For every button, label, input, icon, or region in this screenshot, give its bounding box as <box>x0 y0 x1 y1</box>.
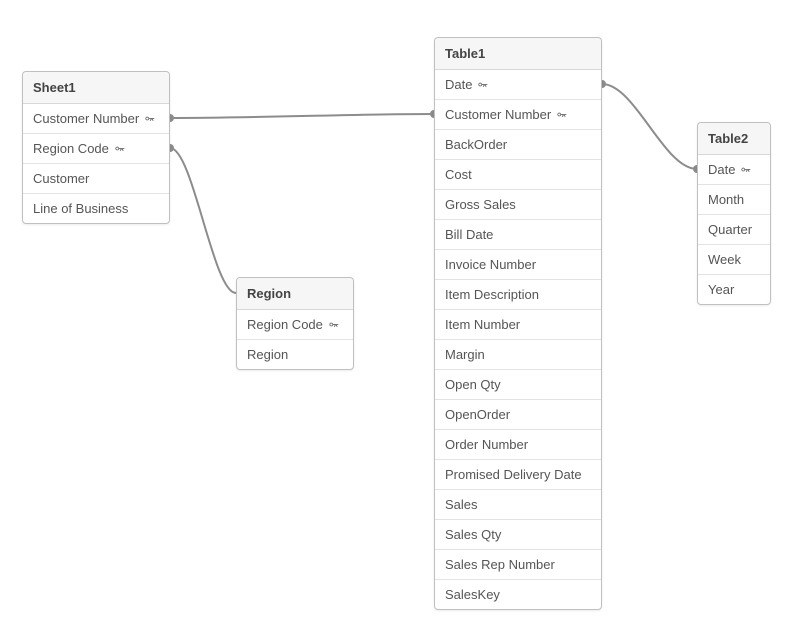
table-title: Table2 <box>698 123 770 155</box>
field-label: Week <box>708 252 741 267</box>
field-row[interactable]: Customer Number ⚷ <box>435 100 601 130</box>
field-row[interactable]: Month <box>698 185 770 215</box>
field-row[interactable]: Bill Date <box>435 220 601 250</box>
field-label: Month <box>708 192 744 207</box>
field-label: Customer Number <box>445 107 551 122</box>
connection-line <box>170 114 434 118</box>
field-label: Cost <box>445 167 472 182</box>
field-label: Order Number <box>445 437 528 452</box>
field-row[interactable]: OpenOrder <box>435 400 601 430</box>
field-label: Year <box>708 282 734 297</box>
field-label: Open Qty <box>445 377 501 392</box>
field-row[interactable]: Open Qty <box>435 370 601 400</box>
table-title: Table1 <box>435 38 601 70</box>
field-row[interactable]: Customer <box>23 164 169 194</box>
field-label: Sales <box>445 497 478 512</box>
table-title: Sheet1 <box>23 72 169 104</box>
field-label: Date <box>708 162 735 177</box>
field-row[interactable]: Region Code ⚷ <box>23 134 169 164</box>
field-row[interactable]: Year <box>698 275 770 304</box>
field-row[interactable]: Region <box>237 340 353 369</box>
field-row[interactable]: Invoice Number <box>435 250 601 280</box>
key-icon: ⚷ <box>740 165 751 173</box>
key-icon: ⚷ <box>477 80 488 88</box>
field-label: Region <box>247 347 288 362</box>
field-row[interactable]: BackOrder <box>435 130 601 160</box>
key-icon: ⚷ <box>113 144 124 152</box>
field-row[interactable]: Date ⚷ <box>435 70 601 100</box>
table-table1[interactable]: Table1 Date ⚷ Customer Number ⚷ BackOrder Cost… <box>434 37 602 610</box>
field-label: Item Number <box>445 317 520 332</box>
field-row[interactable]: Sales Qty <box>435 520 601 550</box>
field-label: SalesKey <box>445 587 500 602</box>
table-sheet1[interactable]: Sheet1Customer Number⚷Region Code⚷Custom… <box>22 71 170 224</box>
field-row[interactable]: Date ⚷ <box>698 155 770 185</box>
field-label: Margin <box>445 347 485 362</box>
field-label: Sales Rep Number <box>445 557 555 572</box>
field-row[interactable]: Gross Sales <box>435 190 601 220</box>
field-row[interactable]: Line of Business <box>23 194 169 223</box>
field-label: BackOrder <box>445 137 507 152</box>
table-table2[interactable]: Table2 Date ⚷ Month Quarter Week Year <box>697 122 771 305</box>
table-title: Region <box>237 278 353 310</box>
field-row[interactable]: Customer Number ⚷ <box>23 104 169 134</box>
field-label: Sales Qty <box>445 527 501 542</box>
field-label: Promised Delivery Date <box>445 467 582 482</box>
field-row[interactable]: Order Number <box>435 430 601 460</box>
field-label: Line of Business <box>33 201 128 216</box>
field-row[interactable]: Sales Rep Number <box>435 550 601 580</box>
field-row[interactable]: SalesKey <box>435 580 601 609</box>
key-icon: ⚷ <box>556 110 567 118</box>
field-label: Date <box>445 77 472 92</box>
field-label: Region Code <box>247 317 323 332</box>
field-label: Gross Sales <box>445 197 516 212</box>
field-row[interactable]: Region Code ⚷ <box>237 310 353 340</box>
field-row[interactable]: Week <box>698 245 770 275</box>
field-label: Invoice Number <box>445 257 536 272</box>
field-row[interactable]: Item Description <box>435 280 601 310</box>
field-row[interactable]: Sales <box>435 490 601 520</box>
field-label: Customer <box>33 171 89 186</box>
field-row[interactable]: Item Number <box>435 310 601 340</box>
connection-line <box>170 148 236 293</box>
field-row[interactable]: Promised Delivery Date <box>435 460 601 490</box>
field-row[interactable]: Cost <box>435 160 601 190</box>
field-label: Customer Number <box>33 111 139 126</box>
table-region[interactable]: Region Region Code ⚷ Region <box>236 277 354 370</box>
field-label: Quarter <box>708 222 752 237</box>
field-row[interactable]: Quarter <box>698 215 770 245</box>
field-label: Item Description <box>445 287 539 302</box>
connection-line <box>602 84 697 169</box>
field-label: OpenOrder <box>445 407 510 422</box>
field-label: Region Code <box>33 141 109 156</box>
key-icon: ⚷ <box>327 320 338 328</box>
key-icon: ⚷ <box>144 114 155 122</box>
field-label: Bill Date <box>445 227 493 242</box>
field-row[interactable]: Margin <box>435 340 601 370</box>
